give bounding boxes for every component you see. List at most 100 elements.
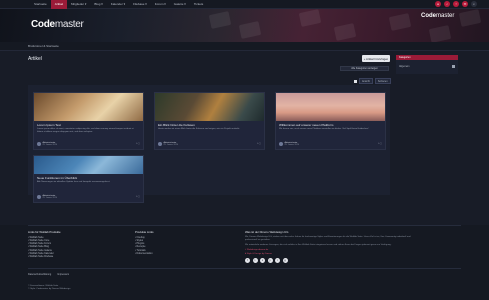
article-title[interactable]: Ein Blick hinter die Kulissen [158,123,264,127]
footer-link[interactable]: • Dokumentation [135,252,154,255]
sort-toggle[interactable]: Sortieren [374,78,391,84]
nav-item-mitglieder[interactable]: Mitglieder ▾ [67,0,90,9]
top-navigation: Startseite Artikel Mitglieder ▾ Blog ▾ K… [0,0,489,9]
social-links: f t x y i g [245,258,415,264]
footer-column-links: Produkte Links • Overlay • Styles • Plug… [135,230,154,255]
footer-description: Wir, Dimoro Webdesign UG, stehen seit üb… [245,235,411,241]
article-meta: Administrator 25. Januar 2024 [37,142,57,146]
article-list-panel: Lorem Ipsum Test Lorem ipsum dolor sit a… [28,85,390,203]
twitter-icon[interactable]: t [252,258,258,264]
grid-icon [452,64,455,68]
article-image [34,93,143,121]
decorative-key [458,9,482,27]
footer-note: ♥ Style & Design by Dimoro [245,253,272,256]
decorative-key [298,9,322,27]
article-teaser: Lorem ipsum dolor sit amet, consetetur s… [37,128,134,133]
article-date: 25. Januar 2024 [42,144,57,146]
article-card[interactable]: Ein Blick hinter die Kulissen Heute werf… [154,92,265,150]
avatar[interactable] [279,142,283,146]
imprint-link[interactable]: Impressum [57,273,69,276]
instagram-icon[interactable]: i [275,258,280,264]
copyright: © Forensoftware: Woltlab Suite © Style: … [28,285,70,291]
article-teaser: Alle Neuerungen im aktuellen Update kurz… [37,181,111,183]
comment-count: 0 ◯ [257,143,261,145]
site-logo[interactable]: Codemaster [31,19,84,30]
comment-count: 0 ◯ [378,143,382,145]
article-card[interactable]: Willkommen auf unserer neuen Plattform W… [275,92,386,150]
article-card[interactable]: Lorem Ipsum Test Lorem ipsum dolor sit a… [33,92,144,150]
bell-icon[interactable]: ♪ [444,1,450,7]
logo-light: master [54,19,84,30]
nav-item-artikel[interactable]: Artikel [50,0,68,9]
article-image [34,156,143,174]
footer-heading: Produkte Links [135,230,154,234]
article-meta: Administrator 25. Januar 2024 [279,142,299,146]
decorative-key [428,25,452,42]
footer-link[interactable]: • Woltlab Suite Filebase [28,255,61,258]
warning-icon[interactable]: ! [453,1,459,7]
article-image [155,93,264,121]
footer-divider [28,268,461,269]
view-toggle[interactable]: Ansicht [359,78,373,84]
article-date: 25. Januar 2024 [42,197,57,199]
view-controls: Ansicht Sortieren [354,78,391,84]
logo-bold: Code [421,13,436,19]
decorative-key [333,23,357,41]
sidebar-item-allgemein[interactable]: Allgemein [396,63,458,69]
github-icon[interactable]: g [282,258,288,264]
x-icon[interactable]: x [260,258,265,264]
breadcrumb[interactable]: Brotkrümel & Startseite [28,44,59,48]
footer-column-about: Was ist der Dimoro Webdesign UG Wir, Dim… [245,230,415,264]
decorative-key [388,13,412,31]
footer-divider [28,225,461,226]
comment-count: 0 ◯ [136,196,140,198]
decorative-key [208,11,232,29]
search-icon[interactable]: ⌕ [471,1,477,7]
privacy-link[interactable]: Datenschutzerklärung [28,273,51,276]
category-sidebar: Kategorien Allgemein [396,55,458,74]
article-image [276,93,385,121]
nav-item-tickets[interactable]: Tickets [190,0,207,9]
avatar[interactable] [158,142,162,146]
article-title[interactable]: Lorem Ipsum Test [37,123,143,127]
footer-column-products: Links für Woltlab Produkte • Woltlab Sui… [28,230,61,259]
nav-item-blog[interactable]: Blog ▾ [90,0,106,9]
article-date: 25. Januar 2024 [284,144,299,146]
article-card[interactable]: Neue Funktionen im Überblick Alle Neueru… [33,155,144,203]
nav-item-galerie[interactable]: Galerie ▾ [170,0,190,9]
breadcrumb-bar: Brotkrümel & Startseite [0,42,489,51]
footer-heading: Was ist der Dimoro Webdesign UG [245,230,289,234]
article-title[interactable]: Neue Funktionen im Überblick [37,176,143,180]
nav-item-forum[interactable]: Forum ▾ [151,0,170,9]
article-meta: Administrator 25. Januar 2024 [158,142,178,146]
footer: Links für Woltlab Produkte • Woltlab Sui… [0,225,489,300]
add-article-button[interactable]: + Artikel hinzufügen [362,55,390,62]
nav-item-filebase[interactable]: Filebase ▾ [129,0,151,9]
article-teaser: Heute werfen wir einen Blick hinter die … [158,128,240,130]
logo-bold: Code [31,19,55,30]
sidebar-heading: Kategorien [396,55,458,60]
chat-icon[interactable]: ✉ [462,1,468,7]
nav-item-startseite[interactable]: Startseite [30,0,51,9]
article-meta: Administrator 25. Januar 2024 [37,195,57,199]
logo-light: master [436,13,455,19]
article-title[interactable]: Willkommen auf unserer neuen Plattform [279,123,385,127]
footer-website-link[interactable]: » Webdesign-dimoro.de [245,249,415,251]
youtube-icon[interactable]: y [267,258,273,264]
sidebar-item-label: Allgemein [399,64,410,68]
category-filter-button[interactable]: Alle Kategorien anzeigen [340,66,389,71]
select-all-checkbox[interactable] [354,79,357,83]
avatar[interactable] [37,195,41,199]
comment-count: 0 ◯ [136,143,140,145]
article-teaser: Wir freuen uns, euch unsere neue Plattfo… [279,128,369,130]
decorative-key [238,21,262,39]
footer-description-2: Wir entwickeln moderne Lösungen, die sic… [245,243,392,246]
page-title: Artikel [28,56,42,62]
user-icon[interactable]: ● [435,1,441,7]
facebook-icon[interactable]: f [245,258,250,264]
footer-logo[interactable]: Codemaster [421,13,454,19]
footer-heading: Links für Woltlab Produkte [28,230,61,234]
avatar[interactable] [37,142,41,146]
user-panel: ● ♪ ! ✉ ⌕ [435,1,477,7]
nav-item-kalender[interactable]: Kalender ▾ [107,0,129,9]
